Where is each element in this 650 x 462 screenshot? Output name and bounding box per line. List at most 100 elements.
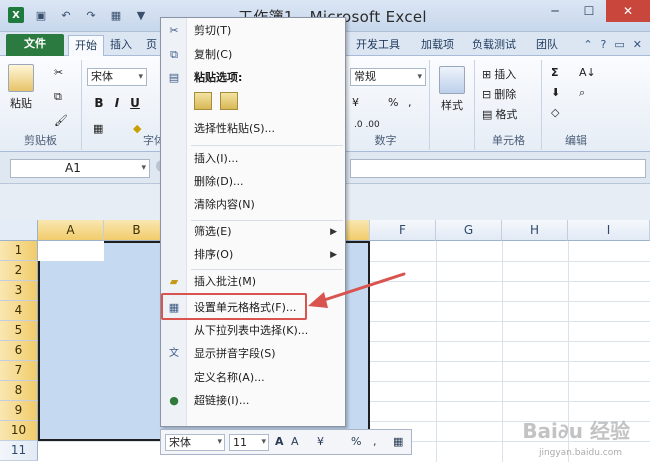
italic-button[interactable]: I bbox=[109, 96, 125, 110]
increase-decimal-icon[interactable]: .0 .00 bbox=[354, 120, 380, 130]
menu-paste-options-header: ▤ 粘贴选项: bbox=[168, 71, 243, 84]
insert-cells-icon: ⊞ bbox=[482, 67, 492, 81]
table-icon[interactable]: ▦ bbox=[108, 7, 124, 23]
row-header-11[interactable]: 11 bbox=[0, 441, 38, 461]
mini-font-combo[interactable]: 宋体 bbox=[165, 434, 225, 451]
row-header-8[interactable]: 8 bbox=[0, 381, 38, 401]
bold-button[interactable]: B bbox=[91, 96, 107, 110]
menu-separator bbox=[191, 145, 343, 146]
tab-team[interactable]: 团队 bbox=[530, 35, 564, 56]
row-header-10[interactable]: 10 bbox=[0, 421, 38, 441]
menu-item-pick-from-list[interactable]: 从下拉列表中选择(K)... bbox=[161, 320, 345, 342]
submenu-arrow-icon: ▶ bbox=[330, 250, 337, 260]
select-all-corner[interactable] bbox=[0, 220, 38, 241]
maximize-icon[interactable]: ☐ bbox=[572, 0, 606, 22]
restore-icon[interactable]: ▭ bbox=[614, 38, 624, 51]
column-header-g[interactable]: G bbox=[436, 220, 502, 241]
fill-icon[interactable]: ⬇ bbox=[551, 86, 560, 99]
menu-item-define-name[interactable]: 定义名称(A)... bbox=[161, 367, 345, 389]
font-name-combo[interactable]: 宋体 bbox=[87, 68, 147, 86]
column-header-a[interactable]: A bbox=[38, 220, 104, 241]
row-header-6[interactable]: 6 bbox=[0, 341, 38, 361]
find-select-icon[interactable]: ⌕ bbox=[579, 86, 585, 100]
paste-default-icon[interactable] bbox=[194, 92, 212, 110]
column-header-h[interactable]: H bbox=[502, 220, 568, 241]
grid-line bbox=[436, 241, 437, 462]
menu-item-copy[interactable]: ⧉ 复制(C) bbox=[161, 44, 345, 66]
grow-font-button[interactable]: A bbox=[275, 435, 284, 448]
row-header-4[interactable]: 4 bbox=[0, 301, 38, 321]
filter-icon[interactable]: ▼ bbox=[133, 7, 149, 23]
number-format-combo[interactable]: 常规 bbox=[350, 68, 426, 86]
delete-cells-button[interactable]: ⊟ 删除 bbox=[482, 86, 516, 102]
minimize-icon[interactable]: ─ bbox=[538, 0, 572, 22]
styles-button[interactable]: 样式 bbox=[439, 66, 465, 113]
tab-file[interactable]: 文件 bbox=[6, 34, 64, 56]
hyperlink-icon: ● bbox=[169, 394, 179, 407]
paste-values-icon[interactable] bbox=[220, 92, 238, 110]
menu-item-delete[interactable]: 删除(D)... bbox=[161, 171, 345, 193]
row-header-1[interactable]: 1 bbox=[0, 241, 38, 261]
name-box[interactable]: A1 bbox=[10, 159, 150, 178]
mini-size-combo[interactable]: 11 bbox=[229, 434, 269, 451]
currency-icon[interactable]: ¥ bbox=[352, 96, 359, 109]
mini-currency-icon[interactable]: ¥ bbox=[317, 435, 324, 448]
row-header-5[interactable]: 5 bbox=[0, 321, 38, 341]
window-controls: ─ ☐ ✕ bbox=[538, 0, 650, 22]
tab-add-ins[interactable]: 加载项 bbox=[415, 35, 460, 56]
mini-format-icon[interactable]: ▦ bbox=[393, 435, 403, 448]
menu-item-cut[interactable]: ✂ 剪切(T) bbox=[161, 20, 345, 42]
row-header-7[interactable]: 7 bbox=[0, 361, 38, 381]
column-header-f[interactable]: F bbox=[370, 220, 436, 241]
cut-icon[interactable]: ✂ bbox=[54, 66, 63, 79]
tab-load-test[interactable]: 负载测试 bbox=[466, 35, 522, 56]
active-cell-a1[interactable] bbox=[38, 241, 104, 261]
menu-item-filter[interactable]: 筛选(E) ▶ bbox=[161, 221, 345, 243]
row-header-2[interactable]: 2 bbox=[0, 261, 38, 281]
tab-home[interactable]: 开始 bbox=[68, 35, 104, 56]
phonetic-icon: 文 bbox=[169, 348, 179, 359]
row-header-9[interactable]: 9 bbox=[0, 401, 38, 421]
menu-item-phonetic[interactable]: 文显示拼音字段(S) bbox=[161, 343, 345, 365]
formula-input[interactable] bbox=[350, 159, 646, 178]
format-cells-button[interactable]: ▤ 格式 bbox=[482, 106, 517, 122]
sort-filter-icon[interactable]: A↓ bbox=[579, 66, 596, 79]
menu-item-hyperlink[interactable]: ● 超链接(I)... bbox=[161, 390, 345, 412]
copy-icon[interactable]: ⧉ bbox=[54, 90, 62, 104]
editing-label: 编辑 bbox=[565, 134, 587, 147]
grid-line bbox=[502, 241, 503, 462]
column-header-i[interactable]: I bbox=[568, 220, 650, 241]
row-header-3[interactable]: 3 bbox=[0, 281, 38, 301]
cells-label: 单元格 bbox=[492, 134, 525, 147]
insert-cells-button[interactable]: ⊞ 插入 bbox=[482, 66, 516, 82]
menu-item-paste-special[interactable]: 选择性粘贴(S)... bbox=[161, 118, 345, 140]
watermark-logo: Bai∂u 经验 bbox=[522, 419, 630, 443]
annotation-arrow-icon bbox=[308, 272, 406, 308]
shrink-font-button[interactable]: A bbox=[291, 435, 299, 448]
close-icon[interactable]: ✕ bbox=[606, 0, 650, 22]
format-painter-icon[interactable]: 🖌 bbox=[54, 114, 68, 127]
tab-insert[interactable]: 插入 bbox=[104, 35, 138, 56]
menu-item-sort[interactable]: 排序(O) ▶ bbox=[161, 244, 345, 266]
styles-icon bbox=[439, 66, 465, 94]
watermark-url: jingyan.baidu.com bbox=[538, 448, 622, 458]
menu-item-clear-contents[interactable]: 清除内容(N) bbox=[161, 194, 345, 216]
undo-icon[interactable]: ↶ bbox=[58, 7, 74, 23]
excel-logo-icon[interactable]: X bbox=[8, 7, 24, 23]
underline-button[interactable]: U bbox=[127, 96, 143, 110]
help-icon[interactable]: ? bbox=[601, 38, 607, 51]
mini-percent-button[interactable]: % bbox=[351, 435, 361, 448]
percent-button[interactable]: % bbox=[388, 96, 398, 109]
mini-comma-button[interactable]: , bbox=[373, 435, 377, 448]
autosum-button[interactable]: Σ bbox=[551, 66, 559, 79]
tab-developer[interactable]: 开发工具 bbox=[350, 35, 406, 56]
paste-option-icons bbox=[194, 92, 238, 110]
clear-icon[interactable]: ◇ bbox=[551, 106, 559, 119]
close-workbook-icon[interactable]: ✕ bbox=[633, 38, 642, 51]
comma-button[interactable]: , bbox=[408, 96, 412, 109]
paste-button[interactable]: 粘贴 bbox=[8, 64, 34, 111]
redo-icon[interactable]: ↷ bbox=[83, 7, 99, 23]
caret-up-icon[interactable]: ⌃ bbox=[583, 38, 592, 51]
save-icon[interactable]: ▣ bbox=[33, 7, 49, 23]
menu-item-insert[interactable]: 插入(I)... bbox=[161, 148, 345, 170]
